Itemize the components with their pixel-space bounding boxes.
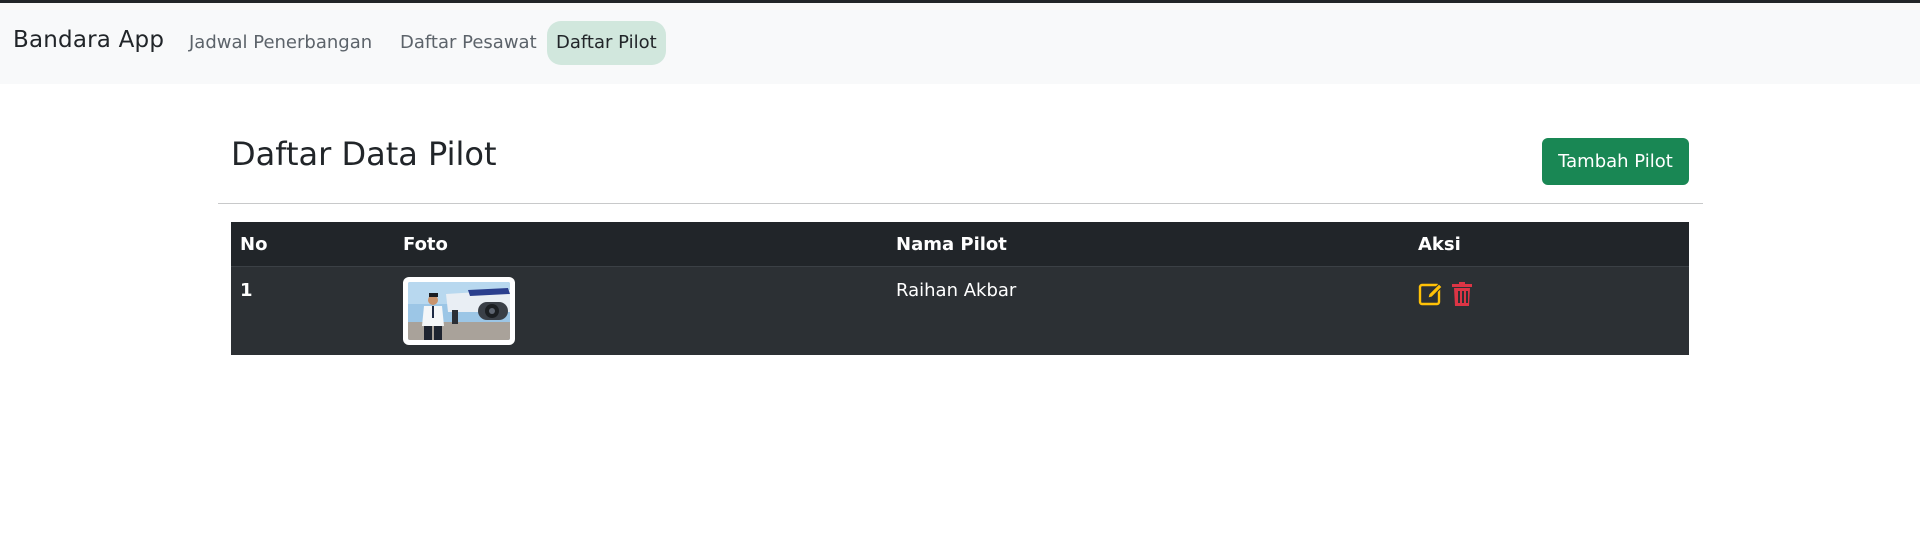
edit-icon[interactable] — [1418, 281, 1444, 307]
pilot-photo-image — [408, 282, 510, 340]
column-header-aksi: Aksi — [1418, 234, 1461, 255]
column-header-no: No — [240, 234, 268, 255]
nav-jadwal-penerbangan[interactable]: Jadwal Penerbangan — [180, 21, 381, 65]
page-title: Daftar Data Pilot — [231, 135, 497, 173]
table-header: No Foto Nama Pilot Aksi — [231, 222, 1689, 267]
navbar: Bandara App Jadwal Penerbangan Daftar Pe… — [0, 3, 1920, 84]
pilot-name: Raihan Akbar — [896, 280, 1017, 301]
trash-icon[interactable] — [1450, 281, 1476, 307]
nav-daftar-pesawat[interactable]: Daftar Pesawat — [391, 21, 546, 65]
divider — [218, 203, 1703, 204]
column-header-foto: Foto — [403, 234, 448, 255]
add-pilot-button[interactable]: Tambah Pilot — [1542, 138, 1689, 185]
pilot-table: No Foto Nama Pilot Aksi 1 Raihan Akbar — [231, 222, 1689, 355]
column-header-nama: Nama Pilot — [896, 234, 1007, 255]
brand-link[interactable]: Bandara App — [13, 27, 164, 53]
row-number: 1 — [240, 280, 253, 301]
nav-daftar-pilot[interactable]: Daftar Pilot — [547, 21, 666, 65]
pilot-photo — [403, 277, 515, 345]
